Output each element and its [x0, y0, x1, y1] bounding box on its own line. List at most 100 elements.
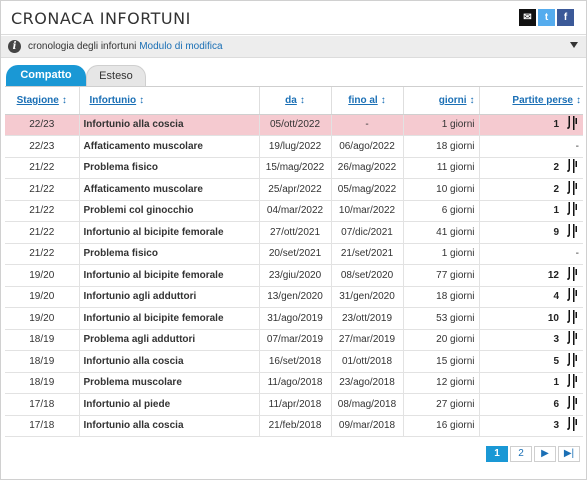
to-date-cell: 26/mag/2022: [331, 157, 404, 179]
tab-compact[interactable]: Compatto: [6, 65, 86, 86]
table-row: 18/19 Problema agli adduttori 07/mar/2019 2…: [5, 329, 583, 351]
table-row: 22/23 Affaticamento muscolare 19/lug/2022 0…: [5, 135, 583, 158]
juventus-logo-icon[interactable]: [565, 373, 579, 389]
days-cell: 16 giorni: [403, 415, 480, 437]
tab-extended[interactable]: Esteso: [86, 65, 146, 86]
juventus-logo-icon[interactable]: [565, 395, 579, 411]
season-cell: 17/18: [5, 415, 80, 437]
season-cell: 18/19: [5, 350, 80, 373]
juventus-logo-icon[interactable]: [565, 201, 579, 217]
column-header-from[interactable]: da ↕: [259, 87, 332, 115]
injury-cell: Infortunio al bicipite femorale: [79, 221, 260, 244]
to-date-cell: 07/dic/2021: [331, 221, 404, 244]
caret-down-icon[interactable]: [570, 42, 578, 48]
season-cell: 21/22: [5, 157, 80, 179]
last-page-icon[interactable]: ▶|: [558, 446, 580, 462]
column-header-games-missed[interactable]: Partite perse ↕: [479, 87, 583, 115]
injury-table-body: 22/23 Infortunio alla coscia 05/ott/2022-1…: [5, 114, 583, 437]
games-missed-value: 9: [553, 226, 559, 238]
games-missed-cell: -: [479, 243, 583, 265]
days-cell: 18 giorni: [403, 286, 480, 308]
games-missed-cell: 9: [479, 221, 583, 244]
juventus-logo-icon[interactable]: [565, 352, 579, 368]
table-row: 21/22 Problema fisico 20/set/2021 21/set/20…: [5, 243, 583, 265]
games-missed-value: 1: [553, 377, 559, 389]
from-date-cell: 16/set/2018: [259, 350, 332, 373]
season-cell: 19/20: [5, 307, 80, 330]
info-icon: i: [8, 40, 21, 53]
juventus-logo-icon[interactable]: [565, 416, 579, 432]
to-date-cell: 09/mar/2018: [331, 415, 404, 437]
games-missed-value: 3: [553, 334, 559, 346]
season-cell: 19/20: [5, 286, 80, 308]
from-date-cell: 11/ago/2018: [259, 372, 332, 394]
juventus-logo-icon[interactable]: [565, 330, 579, 346]
games-missed-value: 12: [547, 269, 559, 281]
column-header-to[interactable]: fino al ↕: [331, 87, 404, 115]
twitter-icon[interactable]: t: [538, 9, 555, 26]
season-cell: 17/18: [5, 393, 80, 416]
games-missed-cell: 1: [479, 372, 583, 394]
games-missed-cell: 12: [479, 264, 583, 287]
injury-cell: Infortunio agli adduttori: [79, 286, 260, 308]
column-header-label: da: [285, 94, 297, 106]
table-row: 18/19 Infortunio alla coscia 16/set/2018 01…: [5, 350, 583, 373]
juventus-logo-icon[interactable]: [565, 309, 579, 325]
from-date-cell: 04/mar/2022: [259, 200, 332, 222]
games-missed-cell: 3: [479, 329, 583, 351]
days-cell: 10 giorni: [403, 178, 480, 201]
games-missed-value: 6: [553, 398, 559, 410]
table-row: 19/20 Infortunio agli adduttori 13/gen/202…: [5, 286, 583, 308]
to-date-cell: 31/gen/2020: [331, 286, 404, 308]
facebook-icon[interactable]: f: [557, 9, 574, 26]
table-row: 17/18 Infortunio alla coscia 21/feb/2018 09…: [5, 415, 583, 437]
days-cell: 6 giorni: [403, 200, 480, 222]
juventus-logo-icon[interactable]: [565, 180, 579, 196]
page-1-button[interactable]: 1: [486, 446, 508, 462]
season-cell: 21/22: [5, 243, 80, 265]
days-cell: 27 giorni: [403, 393, 480, 416]
season-cell: 22/23: [5, 114, 80, 136]
edit-form-link[interactable]: Modulo di modifica: [139, 41, 222, 52]
mail-icon[interactable]: ✉: [519, 9, 536, 26]
days-cell: 1 giorni: [403, 114, 480, 136]
page-title: CRONACA INFORTUNI: [11, 9, 191, 28]
column-header-days[interactable]: giorni ↕: [403, 87, 480, 115]
from-date-cell: 20/set/2021: [259, 243, 332, 265]
days-cell: 20 giorni: [403, 329, 480, 351]
injury-cell: Problema muscolare: [79, 372, 260, 394]
column-header-injury[interactable]: Infortunio ↕: [79, 87, 260, 115]
to-date-cell: 21/set/2021: [331, 243, 404, 265]
to-date-cell: 06/ago/2022: [331, 135, 404, 158]
season-cell: 18/19: [5, 329, 80, 351]
games-missed-cell: 5: [479, 350, 583, 373]
info-bar[interactable]: i cronologia degli infortuni Modulo di m…: [1, 36, 586, 58]
games-missed-cell: 1: [479, 114, 583, 136]
injury-cell: Problemi col ginocchio: [79, 200, 260, 222]
to-date-cell: 08/set/2020: [331, 264, 404, 287]
games-missed-cell: 3: [479, 415, 583, 437]
next-page-icon[interactable]: ▶: [534, 446, 556, 462]
injury-table-wrap: Stagione ↕ Infortunio ↕ da ↕ fino al ↕ giorn…: [5, 86, 583, 437]
from-date-cell: 27/ott/2021: [259, 221, 332, 244]
to-date-cell: 10/mar/2022: [331, 200, 404, 222]
juventus-logo-icon[interactable]: [565, 223, 579, 239]
season-cell: 21/22: [5, 178, 80, 201]
table-row: 19/20 Infortunio al bicipite femorale 31/a…: [5, 307, 583, 330]
column-header-label: Stagione: [16, 94, 59, 106]
juventus-logo-icon[interactable]: [565, 266, 579, 282]
season-cell: 18/19: [5, 372, 80, 394]
injury-cell: Infortunio alla coscia: [79, 114, 260, 136]
games-missed-cell: 2: [479, 178, 583, 201]
days-cell: 15 giorni: [403, 350, 480, 373]
juventus-logo-icon[interactable]: [565, 287, 579, 303]
games-missed-value: 4: [553, 291, 559, 303]
table-row: 18/19 Problema muscolare 11/ago/2018 23/ago…: [5, 372, 583, 394]
juventus-logo-icon[interactable]: [565, 115, 579, 131]
page-2-button[interactable]: 2: [510, 446, 532, 462]
games-missed-value: 3: [553, 420, 559, 432]
table-row: 21/22 Problemi col ginocchio 04/mar/2022 10…: [5, 200, 583, 222]
juventus-logo-icon[interactable]: [565, 158, 579, 174]
injury-cell: Infortunio al bicipite femorale: [79, 264, 260, 287]
column-header-season[interactable]: Stagione ↕: [5, 87, 80, 115]
